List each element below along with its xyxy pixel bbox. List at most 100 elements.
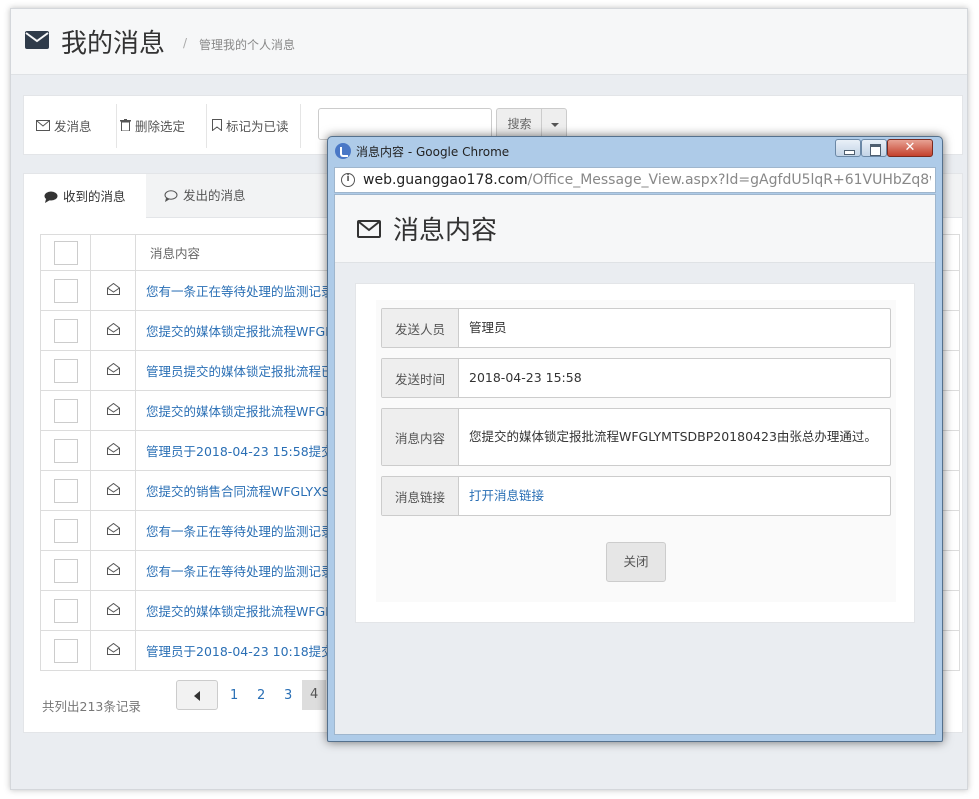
open-message-link[interactable]: 打开消息链接 <box>459 477 890 515</box>
message-link[interactable]: 您提交的销售合同流程WFGLYXSH <box>136 484 339 499</box>
bookmark-icon <box>212 119 222 131</box>
page-title: 我的消息 <box>61 29 166 59</box>
envelope-open-icon <box>106 602 120 615</box>
pager-prev-button[interactable] <box>176 680 218 710</box>
delete-selected-label: 删除选定 <box>135 118 186 134</box>
pager-page-1[interactable]: 1 <box>230 688 238 703</box>
link-row: 消息链接 打开消息链接 <box>381 476 891 516</box>
popup-content: 消息内容 发送人员 管理员 发送时间 2018-04-23 15:58 消息内容… <box>334 194 936 735</box>
envelope-open-icon <box>106 362 120 375</box>
popup-heading: 消息内容 <box>393 216 498 246</box>
pager-page-2[interactable]: 2 <box>257 688 265 703</box>
time-label: 发送时间 <box>382 359 459 397</box>
row-checkbox[interactable] <box>53 318 78 343</box>
row-checkbox-cell <box>40 390 91 431</box>
message-link[interactable]: 您有一条正在等待处理的监测记录 <box>136 284 334 299</box>
tab-sent-label: 发出的消息 <box>183 188 246 203</box>
message-detail-form: 发送人员 管理员 发送时间 2018-04-23 15:58 消息内容 您提交的… <box>376 300 896 602</box>
sender-row: 发送人员 管理员 <box>381 308 891 348</box>
tab-received[interactable]: 收到的消息 <box>24 174 146 219</box>
message-link[interactable]: 您提交的媒体锁定报批流程WFGLY <box>136 604 338 619</box>
info-icon[interactable]: i <box>341 173 355 187</box>
message-link[interactable]: 您提交的媒体锁定报批流程WFGLY <box>136 324 338 339</box>
row-icon-cell <box>90 470 136 511</box>
envelope-open-icon <box>106 482 120 495</box>
message-link[interactable]: 您有一条正在等待处理的监测记录 <box>136 524 334 539</box>
tab-received-label: 收到的消息 <box>63 188 126 204</box>
row-checkbox[interactable] <box>53 598 78 623</box>
row-icon-cell <box>90 430 136 471</box>
minimize-button[interactable] <box>835 139 861 157</box>
toolbar-divider <box>206 104 207 148</box>
page-header: 我的消息 / 管理我的个人消息 <box>11 9 967 75</box>
envelope-open-icon <box>106 402 120 415</box>
popup-header: 消息内容 <box>335 195 935 263</box>
close-button[interactable]: 关闭 <box>606 542 666 582</box>
toolbar-divider <box>116 104 117 148</box>
row-checkbox-cell <box>40 590 91 631</box>
pager-record-count: 共列出213条记录 <box>42 699 141 714</box>
message-link[interactable]: 您有一条正在等待处理的监测记录 <box>136 564 334 579</box>
message-link[interactable]: 您提交的媒体锁定报批流程WFGLY <box>136 404 338 419</box>
envelope-icon <box>25 31 49 49</box>
send-message-label: 发消息 <box>54 118 92 134</box>
trash-icon <box>120 119 131 131</box>
mark-read-label: 标记为已读 <box>226 118 289 134</box>
row-checkbox-cell <box>40 470 91 511</box>
envelope-open-icon <box>106 442 120 455</box>
row-icon-cell <box>90 630 136 671</box>
envelope-open-icon <box>106 282 120 295</box>
row-checkbox-cell <box>40 550 91 591</box>
row-icon-cell <box>90 590 136 631</box>
select-all-checkbox[interactable] <box>53 240 78 265</box>
row-checkbox-cell <box>40 510 91 551</box>
time-row: 发送时间 2018-04-23 15:58 <box>381 358 891 398</box>
content-row: 消息内容 您提交的媒体锁定报批流程WFGLYMTSDBP20180423由张总办… <box>381 408 891 466</box>
envelope-open-icon <box>106 522 120 535</box>
row-checkbox-cell <box>40 350 91 391</box>
window-title: 消息内容 - Google Chrome <box>356 145 510 159</box>
row-checkbox[interactable] <box>53 478 78 503</box>
row-checkbox[interactable] <box>53 398 78 423</box>
link-label: 消息链接 <box>382 477 459 515</box>
message-detail-card: 发送人员 管理员 发送时间 2018-04-23 15:58 消息内容 您提交的… <box>355 283 915 623</box>
row-checkbox[interactable] <box>53 278 78 303</box>
delete-selected-button[interactable]: 删除选定 <box>120 116 185 134</box>
time-value: 2018-04-23 15:58 <box>469 370 582 385</box>
breadcrumb: 管理我的个人消息 <box>199 38 296 52</box>
mark-read-button[interactable]: 标记为已读 <box>212 116 289 134</box>
window-close-button[interactable]: ✕ <box>887 139 933 157</box>
row-checkbox[interactable] <box>53 438 78 463</box>
sender-value: 管理员 <box>469 320 507 335</box>
icon-column-header <box>90 234 136 271</box>
row-checkbox-cell <box>40 430 91 471</box>
row-checkbox[interactable] <box>53 358 78 383</box>
pager-page-3[interactable]: 3 <box>284 688 292 703</box>
row-icon-cell <box>90 510 136 551</box>
envelope-open-icon <box>106 642 120 655</box>
message-link[interactable]: 管理员提交的媒体锁定报批流程已 <box>136 364 334 379</box>
maximize-button[interactable] <box>861 139 887 157</box>
pager-page-current[interactable]: 4 <box>302 680 327 710</box>
comment-outline-icon <box>164 190 178 202</box>
row-checkbox-cell <box>40 630 91 671</box>
envelope-open-icon <box>106 322 120 335</box>
url-text: web.guanggao178.com/Office_Message_View.… <box>363 172 931 188</box>
message-link[interactable]: 管理员于2018-04-23 15:58提交了 <box>136 444 346 459</box>
send-message-button[interactable]: 发消息 <box>36 116 92 134</box>
url-host: web.guanggao178.com <box>363 172 528 188</box>
row-icon-cell <box>90 310 136 351</box>
row-checkbox[interactable] <box>53 518 78 543</box>
row-checkbox-cell <box>40 310 91 351</box>
content-label: 消息内容 <box>382 409 459 465</box>
row-icon-cell <box>90 550 136 591</box>
envelope-outline-icon <box>357 220 381 238</box>
message-link[interactable]: 管理员于2018-04-23 10:18提交了 <box>136 644 346 659</box>
address-bar[interactable]: i web.guanggao178.com/Office_Message_Vie… <box>334 167 936 193</box>
row-checkbox[interactable] <box>53 638 78 663</box>
comment-icon <box>44 191 58 203</box>
close-icon: ✕ <box>904 140 916 155</box>
row-checkbox[interactable] <box>53 558 78 583</box>
tab-sent[interactable]: 发出的消息 <box>144 174 266 218</box>
row-icon-cell <box>90 350 136 391</box>
